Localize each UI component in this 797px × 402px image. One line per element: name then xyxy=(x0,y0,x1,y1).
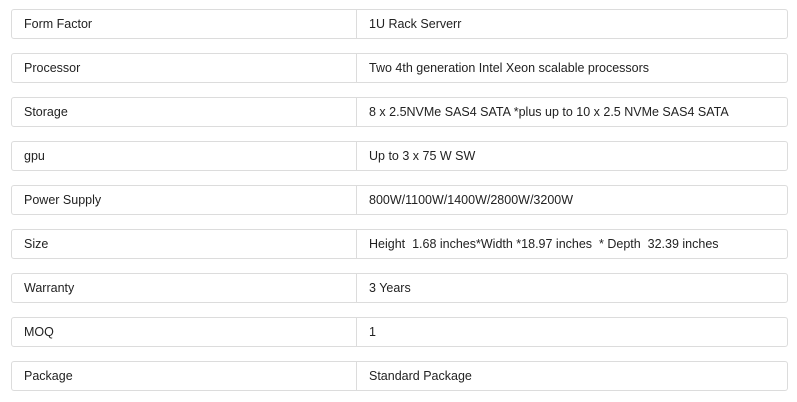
spec-row-warranty: Warranty 3 Years xyxy=(11,273,788,303)
spec-table: Form Factor 1U Rack Serverr Processor Tw… xyxy=(0,0,797,402)
spec-row-moq: MOQ 1 xyxy=(11,317,788,347)
spec-value: Height 1.68 inches*Width *18.97 inches *… xyxy=(369,237,719,251)
spec-value: 800W/1100W/1400W/2800W/3200W xyxy=(369,193,574,207)
spec-row-processor: Processor Two 4th generation Intel Xeon … xyxy=(11,53,788,83)
spec-value: 8 x 2.5NVMe SAS4 SATA *plus up to 10 x 2… xyxy=(369,105,729,119)
spec-row-gpu: gpu Up to 3 x 75 W SW xyxy=(11,141,788,171)
spec-row-form-factor: Form Factor 1U Rack Serverr xyxy=(11,9,788,39)
spec-label: Size xyxy=(12,230,357,258)
spec-value: 3 Years xyxy=(369,281,411,295)
spec-value: Standard Package xyxy=(369,369,472,383)
spec-value: Up to 3 x 75 W SW xyxy=(369,149,476,163)
spec-label: Storage xyxy=(12,98,357,126)
spec-label: Processor xyxy=(12,54,357,82)
spec-label: gpu xyxy=(12,142,357,170)
spec-label: MOQ xyxy=(12,318,357,346)
spec-label: Power Supply xyxy=(12,186,357,214)
spec-row-size: Size Height 1.68 inches*Width *18.97 inc… xyxy=(11,229,788,259)
spec-label: Package xyxy=(12,362,357,390)
spec-row-power-supply: Power Supply 800W/1100W/1400W/2800W/3200… xyxy=(11,185,788,215)
spec-label: Warranty xyxy=(12,274,357,302)
spec-value: 1U Rack Serverr xyxy=(369,17,462,31)
spec-value: Two 4th generation Intel Xeon scalable p… xyxy=(369,61,650,75)
spec-label: Form Factor xyxy=(12,10,357,38)
spec-value: 1 xyxy=(369,325,376,339)
spec-row-package: Package Standard Package xyxy=(11,361,788,391)
spec-row-storage: Storage 8 x 2.5NVMe SAS4 SATA *plus up t… xyxy=(11,97,788,127)
